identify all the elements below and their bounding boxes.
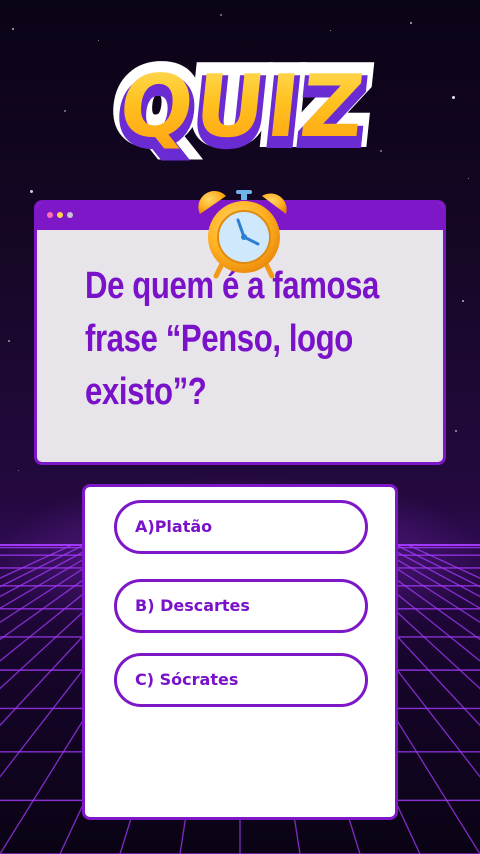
answer-label: C) Sócrates [135, 670, 239, 689]
answers-panel: A)Platão B) Descartes C) Sócrates [82, 484, 398, 820]
answer-option-a[interactable]: A)Platão [114, 500, 368, 554]
logo-title: QUIZ [114, 50, 371, 165]
question-text: De quem é a famosa frase “Penso, logo ex… [85, 265, 379, 413]
pink-dot-icon [47, 212, 53, 218]
answer-option-c[interactable]: C) Sócrates [114, 653, 368, 707]
answer-label: B) Descartes [135, 596, 250, 615]
answer-option-b[interactable]: B) Descartes [114, 579, 368, 633]
answer-label: A)Platão [135, 517, 213, 536]
quiz-logo: QUIZ QUIZ QUIZ [104, 46, 382, 169]
yellow-dot-icon [57, 212, 63, 218]
alarm-clock-icon [198, 190, 287, 279]
gray-dot-icon [67, 212, 73, 218]
